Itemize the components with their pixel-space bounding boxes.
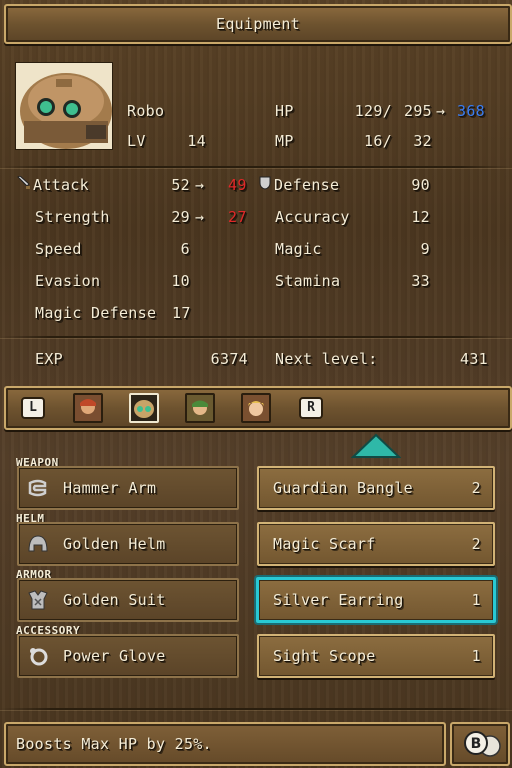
character-portrait [15, 62, 113, 150]
party-prev-button[interactable]: L [21, 397, 45, 419]
helmet-icon [27, 533, 49, 555]
magic-defense-value: 17 [172, 304, 191, 322]
attack-new-value: 49 [228, 176, 247, 194]
attack-value: 52 [171, 176, 190, 194]
attack-arrow: → [195, 176, 205, 194]
inventory-item[interactable]: Magic Scarf 2 [257, 522, 495, 566]
exp-label: EXP [35, 350, 63, 368]
inventory-item-qty: 1 [471, 591, 481, 609]
member-1-icon[interactable] [73, 393, 103, 423]
armor-icon [27, 589, 49, 611]
member-3-icon[interactable] [185, 393, 215, 423]
back-button-label: B [471, 736, 482, 752]
defense-label: Defense [274, 176, 340, 194]
stamina-value: 33 [411, 272, 430, 290]
defense-value: 90 [411, 176, 430, 194]
weapon-slot[interactable]: Hammer Arm [17, 466, 239, 510]
header-bar: Equipment [4, 4, 512, 44]
evasion-value: 10 [171, 272, 190, 290]
level-label: LV [127, 132, 146, 150]
accuracy-label: Accuracy [275, 208, 350, 226]
inventory-item[interactable]: Sight Scope 1 [257, 634, 495, 678]
glove-icon [27, 645, 49, 667]
inventory-item-name: Magic Scarf [273, 535, 376, 553]
divider [0, 336, 512, 338]
magic-defense-label: Magic Defense [35, 304, 157, 322]
helm-slot[interactable]: Golden Helm [17, 522, 239, 566]
back-button[interactable]: B [450, 722, 510, 766]
accessory-name: Power Glove [63, 647, 166, 665]
page-title: Equipment [216, 15, 300, 33]
hp-arrow: → [436, 102, 446, 120]
magic-value: 9 [420, 240, 430, 258]
defense-row: Defense [258, 176, 339, 194]
inventory-item[interactable]: Guardian Bangle 2 [257, 466, 495, 510]
next-level-label: Next level: [275, 350, 378, 368]
item-description-box: Boosts Max HP by 25%. [4, 722, 446, 766]
accessory-slot[interactable]: Power Glove [17, 634, 239, 678]
attack-label: Attack [33, 176, 89, 194]
helm-name: Golden Helm [63, 535, 166, 553]
level-value: 14 [187, 132, 206, 150]
divider [0, 166, 512, 168]
party-next-button[interactable]: R [299, 397, 323, 419]
item-description: Boosts Max HP by 25%. [16, 735, 212, 753]
strength-new-value: 27 [228, 208, 247, 226]
inventory-item-selected[interactable]: Silver Earring 1 [256, 577, 496, 623]
mp-current: 16/ [364, 132, 392, 150]
hp-label: HP [275, 102, 294, 120]
b-button-icon: B [464, 731, 501, 757]
hp-max: 295 [404, 102, 432, 120]
armor-name: Golden Suit [63, 591, 166, 609]
inventory-item-name: Guardian Bangle [273, 479, 413, 497]
speed-value: 6 [180, 240, 190, 258]
divider [0, 708, 512, 710]
accuracy-value: 12 [411, 208, 430, 226]
speed-label: Speed [35, 240, 82, 258]
magic-label: Magic [275, 240, 322, 258]
scroll-up-arrow-icon[interactable] [350, 433, 402, 463]
hp-current: 129/ [354, 102, 392, 120]
stamina-label: Stamina [275, 272, 341, 290]
shield-icon [258, 176, 274, 194]
mp-label: MP [275, 132, 294, 150]
sword-icon [17, 175, 33, 194]
attack-row: Attack [17, 175, 89, 194]
inventory-item-qty: 1 [471, 647, 481, 665]
strength-arrow: → [195, 208, 205, 226]
strength-label: Strength [35, 208, 110, 226]
robo-icon[interactable] [129, 393, 159, 423]
character-name: Robo [127, 102, 165, 120]
hp-new-value: 368 [457, 102, 485, 120]
member-4-icon[interactable] [241, 393, 271, 423]
exp-value: 6374 [210, 350, 248, 368]
mp-max: 32 [413, 132, 432, 150]
robot-arm-icon [27, 477, 49, 499]
inventory-item-qty: 2 [471, 479, 481, 497]
inventory-item-name: Sight Scope [273, 647, 376, 665]
next-level-value: 431 [460, 350, 488, 368]
inventory-item-qty: 2 [471, 535, 481, 553]
inventory-item-name: Silver Earring [273, 591, 404, 609]
evasion-label: Evasion [35, 272, 101, 290]
weapon-name: Hammer Arm [63, 479, 157, 497]
strength-value: 29 [171, 208, 190, 226]
armor-slot[interactable]: Golden Suit [17, 578, 239, 622]
